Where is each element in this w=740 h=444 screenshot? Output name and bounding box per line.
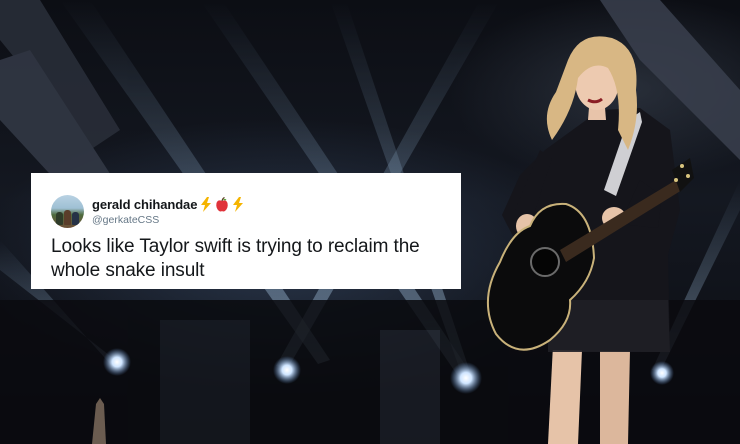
avatar[interactable] (51, 194, 84, 228)
tweet-text: Looks like Taylor swift is trying to rec… (51, 236, 420, 281)
lightning-emoji-icon (233, 196, 244, 212)
lightning-emoji-icon (201, 196, 212, 212)
name-row: gerald chihandae (92, 196, 245, 212)
handle[interactable]: @gerkateCSS (92, 214, 245, 226)
tweet-header: gerald chihandae @gerkateCSS (51, 193, 445, 229)
tweet-author: gerald chihandae @gerkateCSS (92, 196, 245, 226)
tweet-card: gerald chihandae @gerkateCSS Looks like … (31, 173, 461, 289)
apple-emoji-icon (216, 196, 229, 211)
display-name[interactable]: gerald chihandae (92, 197, 197, 212)
